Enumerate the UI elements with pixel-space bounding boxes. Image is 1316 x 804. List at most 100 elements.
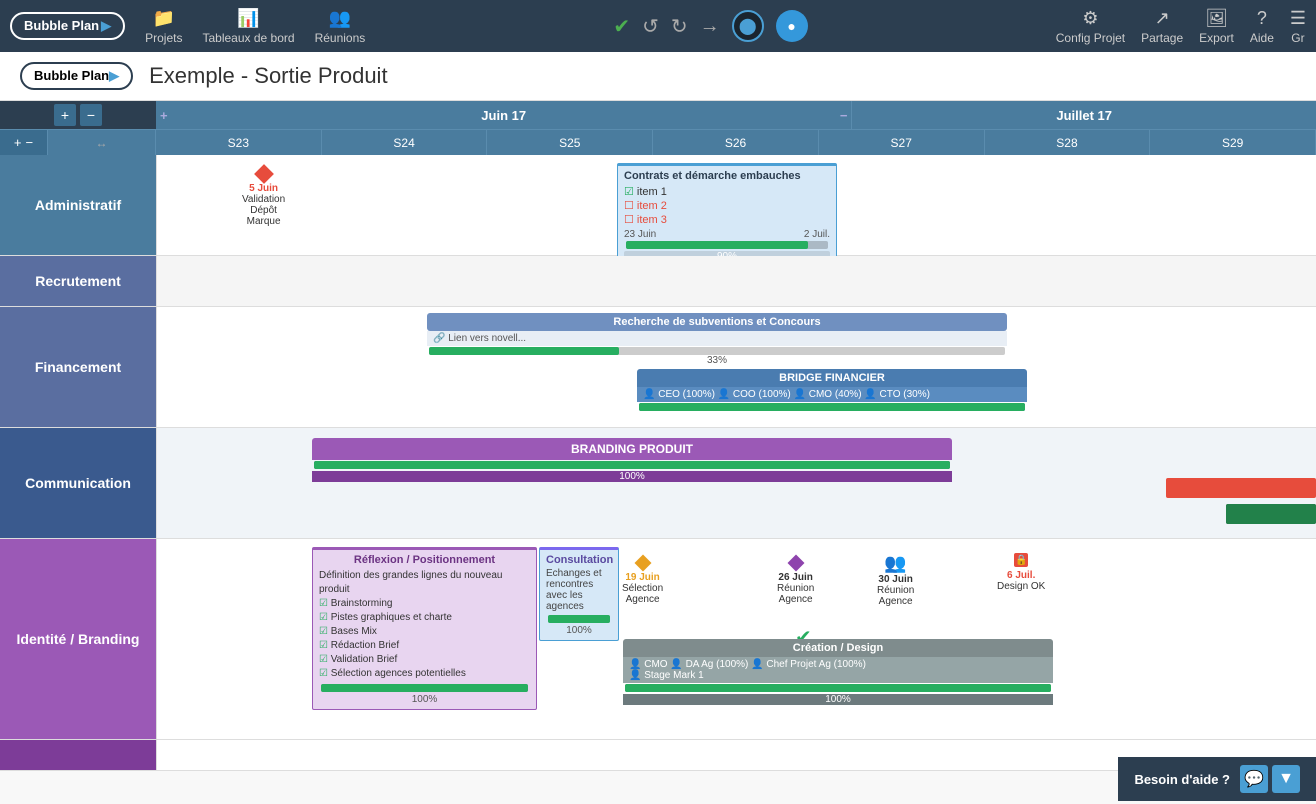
creation-box[interactable]: Création / Design 👤 CMO 👤 DA Ag (100%) 👤… xyxy=(623,639,1053,705)
config-icon: ⚙ xyxy=(1082,8,1098,29)
week-s29: S29 xyxy=(1150,130,1316,155)
milestone-5juin[interactable]: 5 Juin Validation Dépôt Marque xyxy=(242,167,285,227)
progress-label-branding: 100% xyxy=(312,471,952,482)
consultation-box[interactable]: Consultation Echanges et rencontres avec… xyxy=(539,547,619,641)
progress-fill-reflexion xyxy=(321,684,528,692)
check-icon-3: ☐ xyxy=(624,213,634,226)
user-circle-blue[interactable]: ● xyxy=(776,10,808,42)
scroll-arrow-icon: ↔ xyxy=(96,136,108,150)
check-icon: ✔ xyxy=(613,14,630,39)
milestone-6juil[interactable]: 🔒 6 Juil. Design OK xyxy=(997,553,1045,592)
week-zoom-btn[interactable]: + xyxy=(14,135,22,150)
nav-export[interactable]: 🖼 Export xyxy=(1199,8,1234,45)
row-content-administratif[interactable]: 5 Juin Validation Dépôt Marque Contrats … xyxy=(156,155,1316,255)
progress-label-creation: 100% xyxy=(623,694,1053,705)
row-label-recrutement: Recrutement xyxy=(0,256,156,306)
nav-gr[interactable]: ☰ Gr xyxy=(1290,8,1306,45)
tableaux-icon: 📊 xyxy=(237,8,259,29)
nav-partage-label: Partage xyxy=(1141,31,1183,45)
row-content-identite[interactable]: Réflexion / Positionnement Définition de… xyxy=(156,539,1316,739)
header-logo-arrow: ▶ xyxy=(109,68,119,83)
person-icon-stage: 👤 xyxy=(629,670,641,681)
progress-label-bridge: 100% xyxy=(637,413,1027,424)
checklist-card-admin[interactable]: Contrats et démarche embauches ☑ item 1 … xyxy=(617,163,837,267)
week-s28: S28 xyxy=(985,130,1151,155)
person-icon-da: 👤 xyxy=(670,659,682,670)
person-icon-chef: 👤 xyxy=(751,659,763,670)
progress-fill-bridge xyxy=(639,403,1025,411)
nav-config[interactable]: ⚙ Config Projet xyxy=(1056,8,1125,45)
logo-arrow: ▶ xyxy=(101,18,111,33)
progress-label-reflexion: 100% xyxy=(319,694,530,705)
month-minus-button[interactable]: − xyxy=(840,108,848,123)
row-communication: Communication BRANDING PRODUIT 100% xyxy=(0,428,1316,539)
check-icon-r2: ☑ xyxy=(319,612,328,623)
task-link: 🔗 Lien vers novell... xyxy=(427,331,1007,346)
progress-bar-admin xyxy=(626,241,828,249)
bottom-help-bar: Besoin d'aide ? 💬 ▼ xyxy=(1118,757,1316,801)
zoom-out-button[interactable]: − xyxy=(80,104,102,126)
task-recherche[interactable]: Recherche de subventions et Concours 🔗 L… xyxy=(427,313,1007,366)
consultation-text: Echanges et rencontres avec les agences xyxy=(546,568,612,612)
milestone-label-admin: Validation Dépôt Marque xyxy=(242,194,285,227)
row-financement: Financement Recherche de subventions et … xyxy=(0,307,1316,428)
progress-bar-reflexion xyxy=(321,684,528,692)
row-label-identite: Identité / Branding xyxy=(0,539,156,739)
reflexion-text: Définition des grandes lignes du nouveau… xyxy=(319,569,530,681)
nav-reunions-label: Réunions xyxy=(315,31,366,45)
arrow-button[interactable]: → xyxy=(700,15,720,38)
nav-partage[interactable]: ↗ Partage xyxy=(1141,8,1183,45)
task-branding[interactable]: BRANDING PRODUIT 100% xyxy=(312,438,952,482)
milestone-label-19juin: Sélection Agence xyxy=(622,583,663,605)
person-icon-3: 👤 xyxy=(794,389,806,400)
consultation-title: Consultation xyxy=(546,554,612,566)
progress-label-recherche: 33% xyxy=(427,355,1007,366)
milestone-19juin[interactable]: 19 Juin Sélection Agence xyxy=(622,557,663,605)
check-icon-r4: ☑ xyxy=(319,640,328,651)
check-icon-r3: ☑ xyxy=(319,626,328,637)
gantt-body: Administratif 5 Juin Validation Dépôt Ma… xyxy=(0,155,1316,804)
progress-bar-bridge xyxy=(639,403,1025,411)
user-circle-dark[interactable]: ⬤ xyxy=(732,10,764,42)
person-icon-1: 👤 xyxy=(643,389,655,400)
month-prev-button[interactable]: + xyxy=(160,108,168,123)
nav-projets[interactable]: 📁 Projets xyxy=(145,8,182,45)
reflexion-box[interactable]: Réflexion / Positionnement Définition de… xyxy=(312,547,537,710)
page-title: Exemple - Sortie Produit xyxy=(149,63,387,89)
progress-fill-creation xyxy=(625,684,1051,692)
task-recherche-title: Recherche de subventions et Concours xyxy=(427,313,1007,331)
nav-tableaux-label: Tableaux de bord xyxy=(202,31,294,45)
row-content-communication[interactable]: BRANDING PRODUIT 100% xyxy=(156,428,1316,538)
milestone-date-30juin: 30 Juin xyxy=(878,574,912,585)
milestone-label-30juin: Réunion Agence xyxy=(877,585,914,607)
task-branding-title: BRANDING PRODUIT xyxy=(312,438,952,460)
nav-projets-label: Projets xyxy=(145,31,182,45)
creation-members: 👤 CMO 👤 DA Ag (100%) 👤 Chef Projet Ag (1… xyxy=(623,657,1053,683)
nav-reunions[interactable]: 👥 Réunions xyxy=(315,8,366,45)
task-bridge[interactable]: BRIDGE FINANCIER 👤 CEO (100%) 👤 COO (100… xyxy=(637,369,1027,424)
timeline-header: + − + Juin 17 − Juillet 17 + − ↔ S23 xyxy=(0,101,1316,155)
header-logo-text: Bubble Plan xyxy=(34,68,109,83)
gantt-rows: Administratif 5 Juin Validation Dépôt Ma… xyxy=(0,155,1316,804)
person-icon-4: 👤 xyxy=(864,389,876,400)
undo-button[interactable]: ↺ xyxy=(642,14,659,39)
milestone-diamond-19juin xyxy=(634,555,651,572)
week-zoom-minus-btn[interactable]: − xyxy=(26,135,34,150)
nav-tableaux[interactable]: 📊 Tableaux de bord xyxy=(202,8,294,45)
zoom-in-button[interactable]: + xyxy=(54,104,76,126)
milestone-26juin[interactable]: 26 Juin Réunion Agence xyxy=(777,557,814,605)
progress-bar-branding xyxy=(314,461,950,469)
partage-icon: ↗ xyxy=(1155,8,1170,29)
row-content-recrutement[interactable] xyxy=(156,256,1316,306)
aide-icon: ? xyxy=(1257,8,1267,29)
meeting-icon-30juin: 👥 xyxy=(884,553,906,574)
logo[interactable]: Bubble Plan▶ xyxy=(10,12,125,40)
help-expand-button[interactable]: ▼ xyxy=(1272,765,1300,793)
milestone-30juin[interactable]: 👥 30 Juin Réunion Agence xyxy=(877,553,914,607)
redo-button[interactable]: ↻ xyxy=(671,14,688,39)
progress-fill-consultation xyxy=(548,615,610,623)
row-content-financement[interactable]: Recherche de subventions et Concours 🔗 L… xyxy=(156,307,1316,427)
nav-aide[interactable]: ? Aide xyxy=(1250,8,1274,45)
nav-export-label: Export xyxy=(1199,31,1234,45)
help-chat-button[interactable]: 💬 xyxy=(1240,765,1268,793)
